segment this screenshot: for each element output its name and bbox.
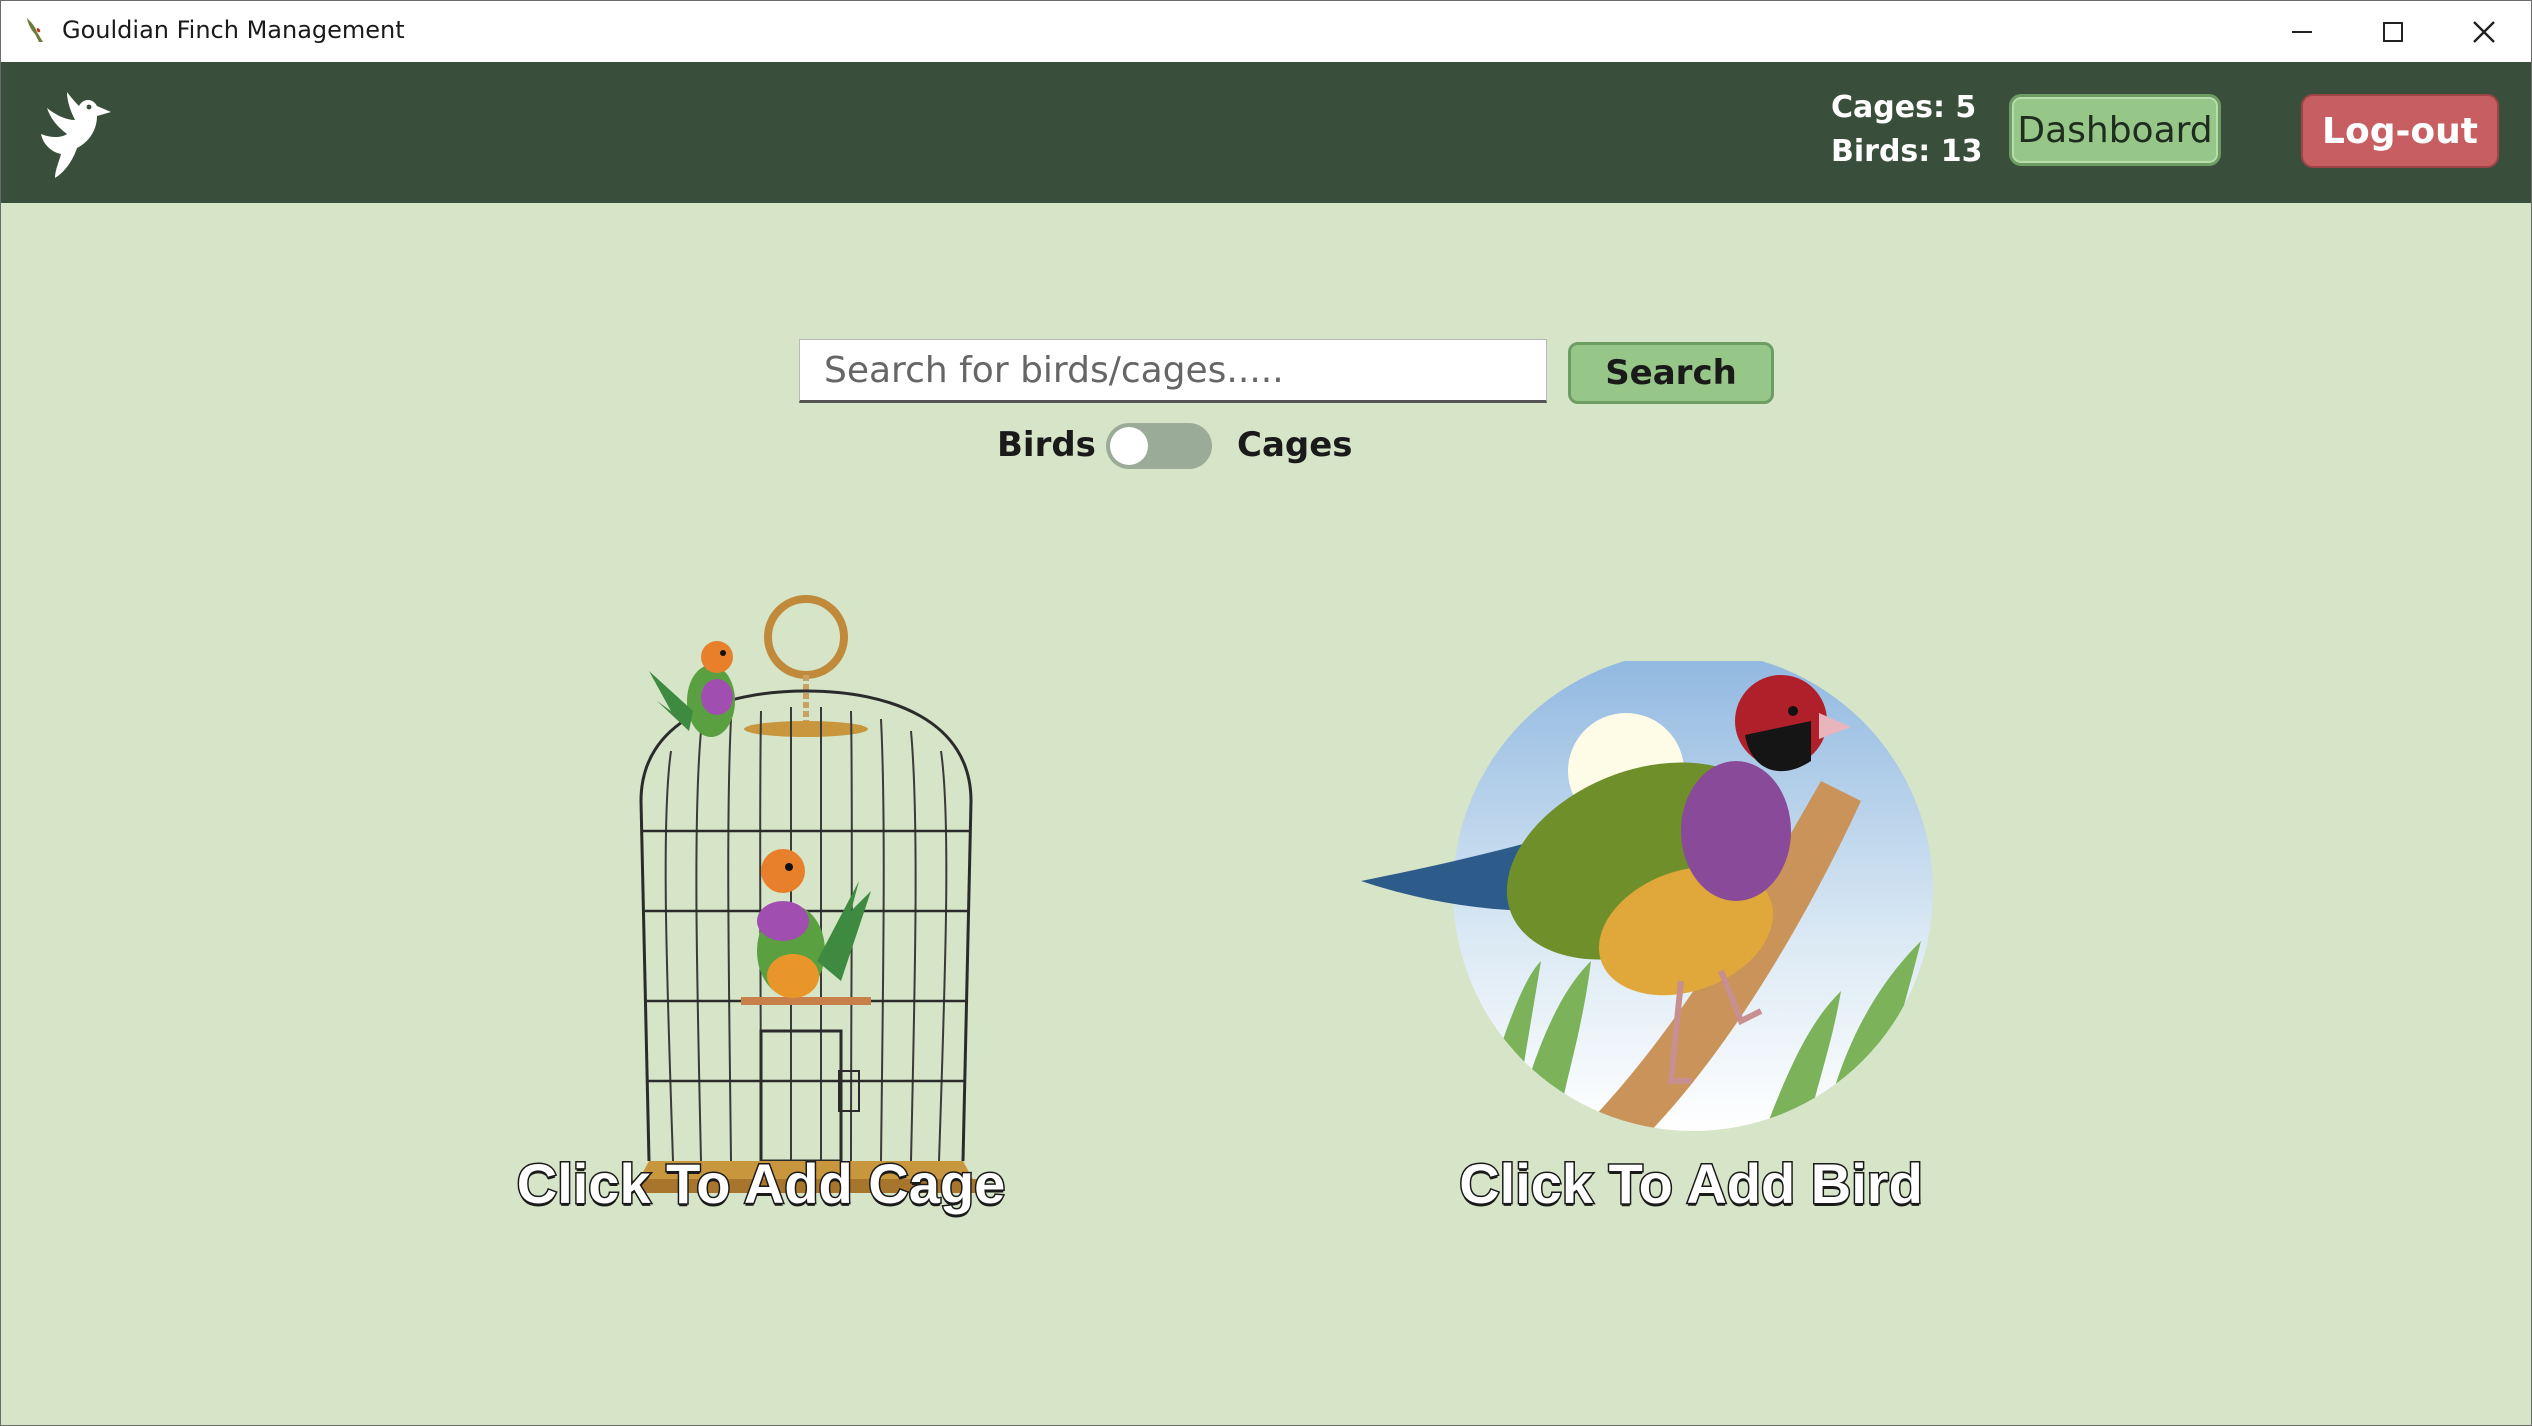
maximize-button[interactable] xyxy=(2348,1,2438,62)
app-window: Gouldian Finch Management Cages: 5 Birds… xyxy=(0,0,2532,1426)
search-button[interactable]: Search xyxy=(1568,342,1774,404)
add-bird-card[interactable]: Click To Add Bird xyxy=(1341,651,2041,1231)
add-cage-label[interactable]: Click To Add Cage xyxy=(411,1151,1111,1217)
close-button[interactable] xyxy=(2439,1,2529,62)
minimize-button[interactable] xyxy=(2257,1,2347,62)
toggle-knob[interactable] xyxy=(1110,427,1148,465)
window-title: Gouldian Finch Management xyxy=(62,16,405,44)
search-input[interactable] xyxy=(799,339,1547,403)
toggle-label-cages: Cages xyxy=(1237,425,1353,465)
add-bird-label[interactable]: Click To Add Bird xyxy=(1341,1151,2041,1217)
birdcage-icon xyxy=(631,595,981,1193)
dashboard-button[interactable]: Dashboard xyxy=(2009,94,2221,166)
finch-app-icon xyxy=(27,18,43,42)
birds-count: Birds: 13 xyxy=(1831,134,1983,169)
maximize-icon xyxy=(2383,21,2403,42)
logout-button[interactable]: Log-out xyxy=(2301,94,2499,168)
close-icon xyxy=(2473,20,2495,43)
app-header: Cages: 5 Birds: 13 Dashboard Log-out xyxy=(1,62,2531,203)
toggle-label-birds: Birds xyxy=(997,425,1096,465)
title-bar: Gouldian Finch Management xyxy=(1,1,2531,62)
add-cage-card[interactable]: Click To Add Cage xyxy=(515,581,1041,1231)
gouldian-finch-icon xyxy=(1361,651,1933,1131)
birds-cages-toggle[interactable] xyxy=(1106,423,1212,469)
dove-logo-icon xyxy=(41,92,111,178)
minimize-icon xyxy=(2292,30,2312,33)
cages-count: Cages: 5 xyxy=(1831,90,1977,125)
stats-summary: Cages: 5 Birds: 13 xyxy=(1831,86,1982,174)
